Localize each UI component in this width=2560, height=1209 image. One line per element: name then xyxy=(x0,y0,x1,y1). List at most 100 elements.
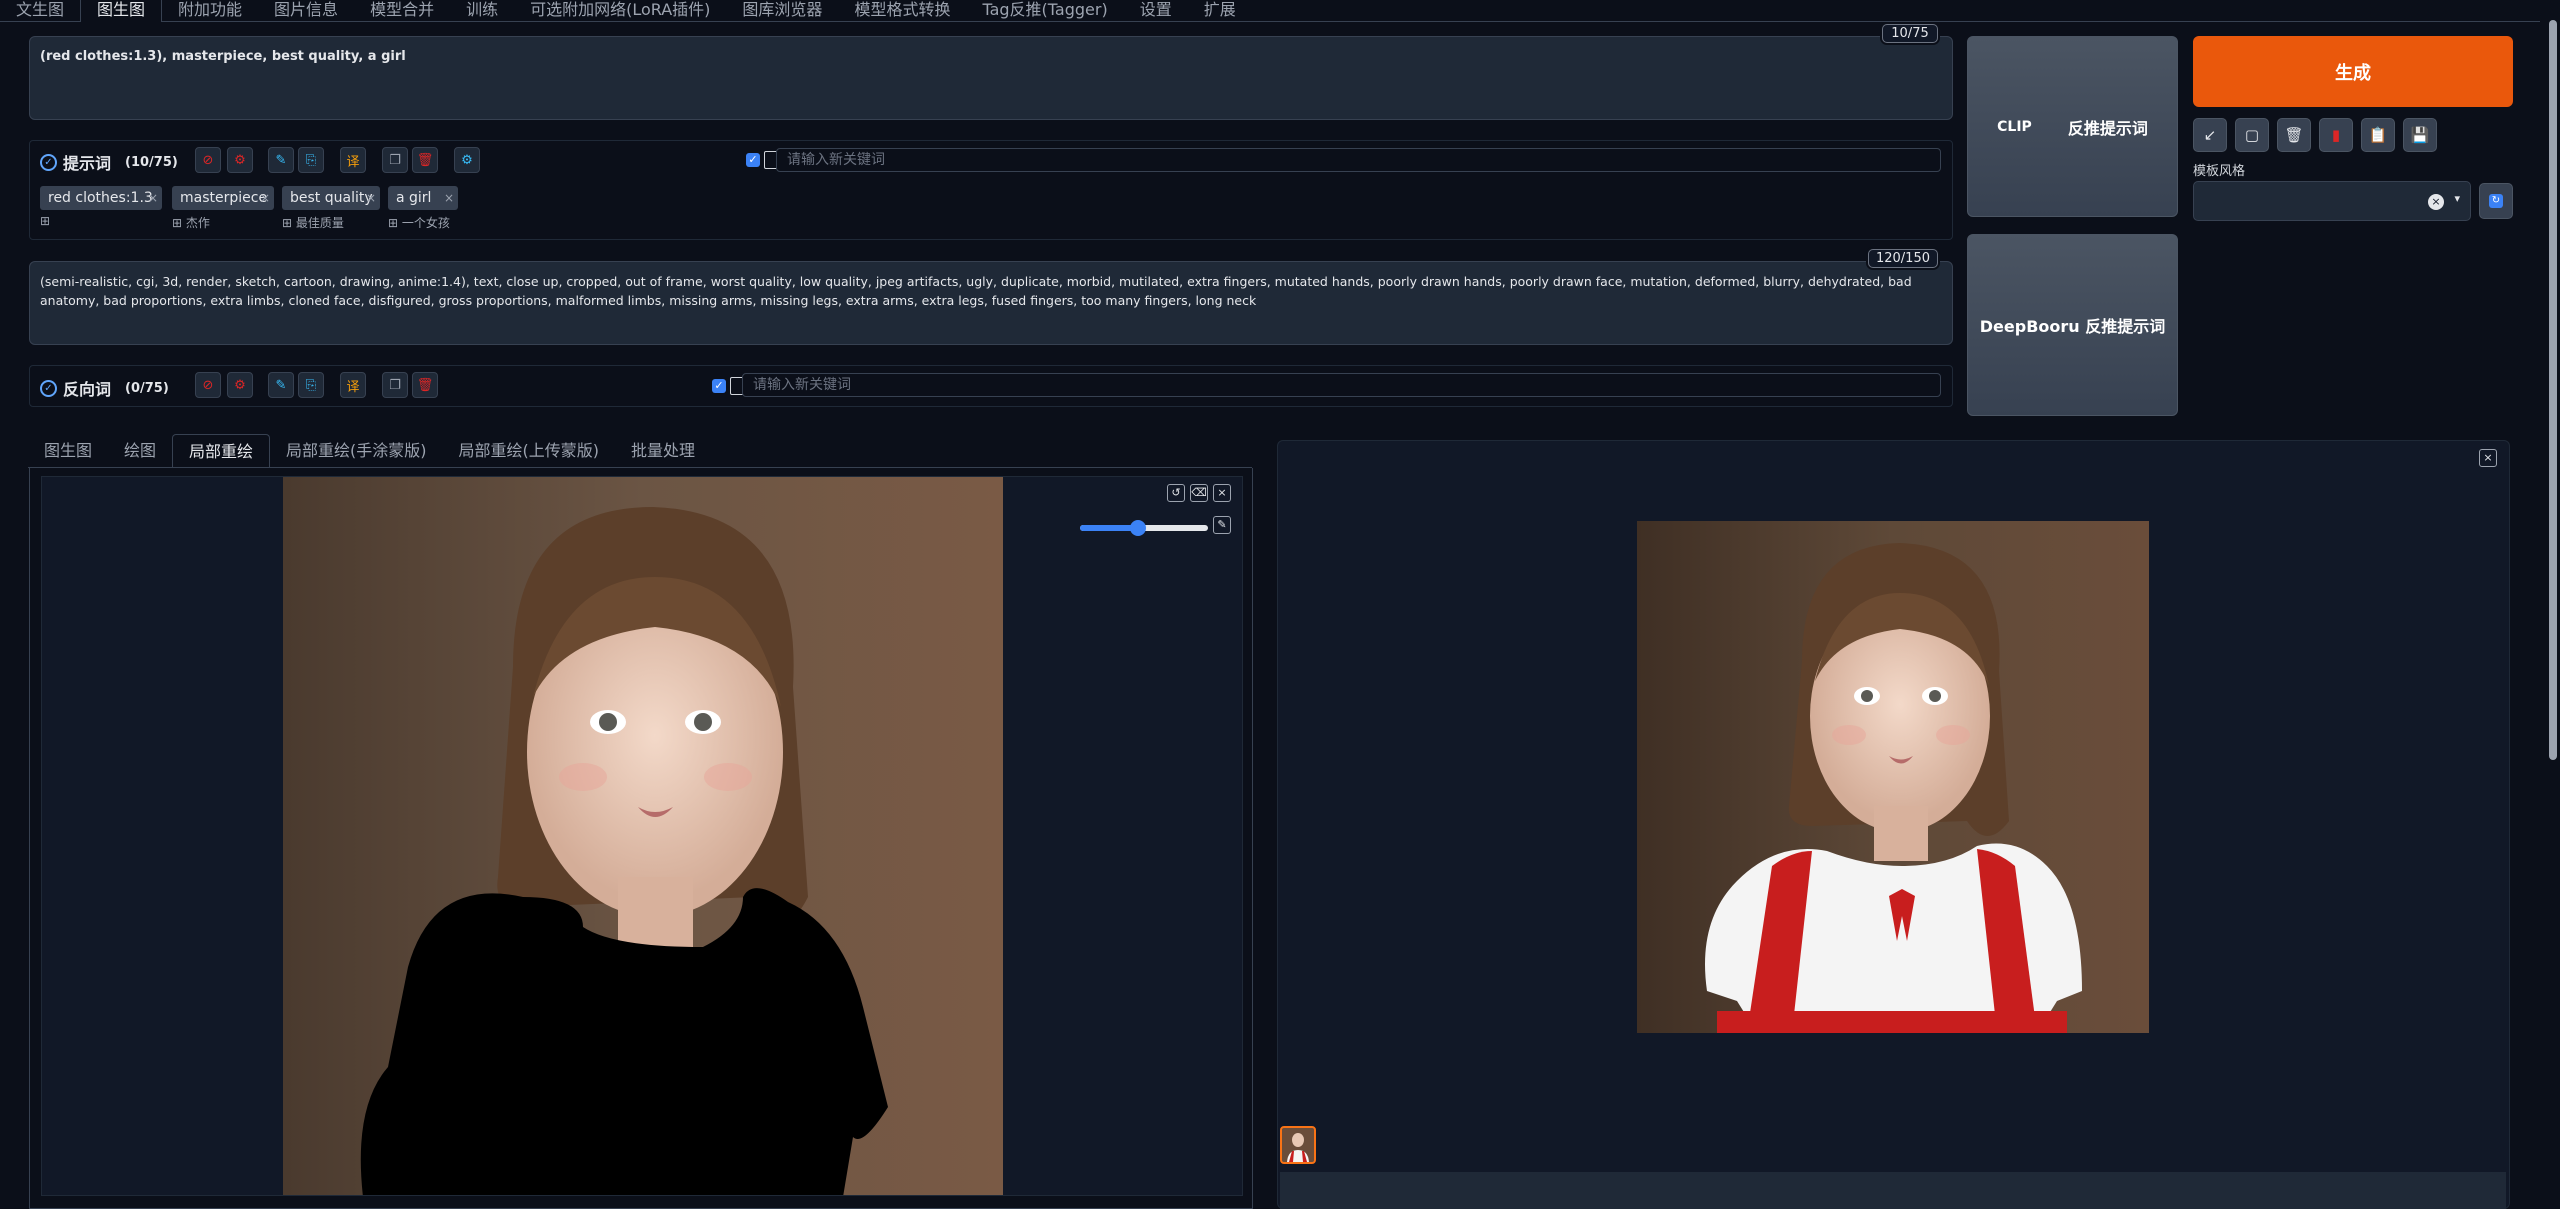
inpaint-image xyxy=(283,477,1003,1195)
refresh-icon: ↻ xyxy=(2489,194,2503,208)
negative-row-title[interactable]: ✓ 反向词 (0/75) xyxy=(40,376,169,400)
tab-train[interactable]: 训练 xyxy=(450,0,514,22)
disable-icon[interactable]: ⊘ xyxy=(195,372,221,398)
edit-icon[interactable]: ✎ xyxy=(268,147,294,173)
tag-close-icon[interactable]: × xyxy=(444,186,454,210)
prompt-tag[interactable]: best quality × xyxy=(282,186,380,210)
collapse-icon: ✓ xyxy=(40,379,57,397)
copy-icon[interactable]: ❐ xyxy=(382,147,408,173)
tab-extensions[interactable]: 扩展 xyxy=(1188,0,1252,22)
subtab-sketch[interactable]: 绘图 xyxy=(108,434,172,468)
edit-icon[interactable]: ✎ xyxy=(268,372,294,398)
disable-icon[interactable]: ⊘ xyxy=(195,147,221,173)
tab-tagger[interactable]: Tag反推(Tagger) xyxy=(966,0,1123,22)
bookmark-icon[interactable]: ⎘ xyxy=(298,372,324,398)
scrollbar-thumb[interactable] xyxy=(2549,20,2557,760)
output-image[interactable] xyxy=(1637,521,2149,1033)
prompt-keyword-placeholder: 请输入新关键词 xyxy=(787,152,885,168)
prompt-title: 提示词 xyxy=(63,154,112,173)
style-label: 模板风格 xyxy=(2193,164,2246,179)
gallery-thumbnail[interactable] xyxy=(1280,1126,1316,1164)
clipboard-icon[interactable]: 📋 xyxy=(2361,118,2395,152)
prompt-tag[interactable]: a girl × xyxy=(388,186,458,210)
tag-close-icon[interactable]: × xyxy=(366,186,376,210)
tab-extras[interactable]: 附加功能 xyxy=(162,0,258,22)
tag-translation: ⊞ 杰作 xyxy=(172,216,210,230)
save-icon[interactable]: 💾 xyxy=(2403,118,2437,152)
tab-merge[interactable]: 模型合并 xyxy=(354,0,450,22)
tab-gallery[interactable]: 图库浏览器 xyxy=(726,0,838,22)
gallery-close-icon[interactable]: × xyxy=(2479,449,2497,467)
negative-prompt-text: (semi-realistic, cgi, 3d, render, sketch… xyxy=(40,274,1912,308)
arrow-icon[interactable]: ↙ xyxy=(2193,118,2227,152)
prompt-row-title[interactable]: ✓ 提示词 (10/75) xyxy=(40,150,178,174)
delete-icon[interactable]: 🗑 xyxy=(412,147,438,173)
tag-close-icon[interactable]: × xyxy=(148,186,158,210)
page-scrollbar[interactable] xyxy=(2546,0,2560,1209)
brush-size-slider[interactable] xyxy=(1080,520,1208,536)
negative-keyword-placeholder: 请输入新关键词 xyxy=(753,377,851,393)
tag-label: best quality xyxy=(290,190,373,206)
gear-icon[interactable]: ⚙ xyxy=(454,147,480,173)
deepbooru-label: DeepBooru 反推提示词 xyxy=(1979,317,2166,336)
clip-sub-label: 反推提示词 xyxy=(2067,118,2148,138)
tab-txt2img[interactable]: 文生图 xyxy=(0,0,80,22)
negative-count: (0/75) xyxy=(125,380,169,396)
brush-size-handle[interactable] xyxy=(1129,520,1146,536)
generate-button[interactable]: 生成 xyxy=(2193,36,2513,107)
prompt-keyword-checkbox[interactable]: ✓ xyxy=(746,153,760,167)
refresh-styles-button[interactable]: ↻ xyxy=(2479,183,2513,219)
prompt-count: (10/75) xyxy=(125,154,178,170)
erase-icon[interactable]: ⌫ xyxy=(1190,484,1208,502)
trash-icon[interactable]: 🗑 xyxy=(2277,118,2311,152)
prompt-textarea[interactable]: (red clothes:1.3), masterpiece, best qua… xyxy=(29,36,1953,120)
delete-icon[interactable]: 🗑 xyxy=(412,372,438,398)
brush-size-fill xyxy=(1080,525,1138,531)
subtab-img2img[interactable]: 图生图 xyxy=(28,434,108,468)
generate-label: 生成 xyxy=(2335,62,2371,84)
paste-icon[interactable]: ▢ xyxy=(2235,118,2269,152)
chevron-down-icon[interactable]: ▾ xyxy=(2454,192,2460,205)
tab-convert[interactable]: 模型格式转换 xyxy=(838,0,966,22)
prompt-tag[interactable]: masterpiece × xyxy=(172,186,274,210)
translate-icon[interactable]: 译 xyxy=(340,147,366,173)
subtab-inpaint[interactable]: 局部重绘 xyxy=(172,434,271,468)
tag-close-icon[interactable]: × xyxy=(260,186,270,210)
subtab-inpaint-upload[interactable]: 局部重绘(上传蒙版) xyxy=(443,434,616,468)
prompt-token-counter: 10/75 xyxy=(1882,24,1938,43)
tab-lora[interactable]: 可选附加网络(LoRA插件) xyxy=(514,0,726,22)
negative-title: 反向词 xyxy=(63,380,112,399)
inpaint-canvas[interactable] xyxy=(41,476,1243,1196)
negative-token-counter: 120/150 xyxy=(1868,249,1938,268)
clear-icon[interactable]: × xyxy=(2428,194,2444,210)
top-nav: 文生图 图生图 附加功能 图片信息 模型合并 训练 可选附加网络(LoRA插件)… xyxy=(0,0,2540,22)
tab-img2img[interactable]: 图生图 xyxy=(80,0,163,22)
settings-red-icon[interactable]: ⚙ xyxy=(227,147,253,173)
tab-settings[interactable]: 设置 xyxy=(1124,0,1188,22)
close-icon[interactable]: × xyxy=(1213,484,1231,502)
settings-red-icon[interactable]: ⚙ xyxy=(227,372,253,398)
prompt-tag[interactable]: red clothes:1.3 × xyxy=(40,186,162,210)
img2img-subtabs: 图生图 绘图 局部重绘 局部重绘(手涂蒙版) 局部重绘(上传蒙版) 批量处理 xyxy=(28,434,711,468)
undo-icon[interactable]: ↺ xyxy=(1167,484,1185,502)
negative-keyword-input[interactable]: 请输入新关键词 xyxy=(742,373,1941,397)
gallery-footer xyxy=(1280,1172,2506,1209)
brush-icon[interactable]: ✎ xyxy=(1213,516,1231,534)
thumbnail-image xyxy=(1287,1133,1309,1162)
bookmark-icon[interactable]: ⎘ xyxy=(298,147,324,173)
tag-label: a girl xyxy=(396,190,432,206)
clip-label: CLIP xyxy=(1997,118,2032,135)
subtab-inpaint-sketch[interactable]: 局部重绘(手涂蒙版) xyxy=(270,434,443,468)
subtab-batch[interactable]: 批量处理 xyxy=(615,434,711,468)
collapse-icon: ✓ xyxy=(40,153,57,171)
deepbooru-interrogate-button[interactable]: DeepBooru 反推提示词 xyxy=(1967,234,2178,416)
translate-icon[interactable]: 译 xyxy=(340,372,366,398)
negative-prompt-textarea[interactable]: (semi-realistic, cgi, 3d, render, sketch… xyxy=(29,261,1953,345)
copy-icon[interactable]: ❐ xyxy=(382,372,408,398)
tab-png-info[interactable]: 图片信息 xyxy=(258,0,354,22)
clip-interrogate-button[interactable]: CLIP 反推提示词 xyxy=(1967,36,2178,217)
style-dropdown[interactable]: × ▾ xyxy=(2193,181,2471,221)
bookmark-icon[interactable]: ▮ xyxy=(2319,118,2353,152)
prompt-keyword-input[interactable]: 请输入新关键词 xyxy=(776,148,1941,172)
negative-keyword-checkbox[interactable]: ✓ xyxy=(712,379,726,393)
